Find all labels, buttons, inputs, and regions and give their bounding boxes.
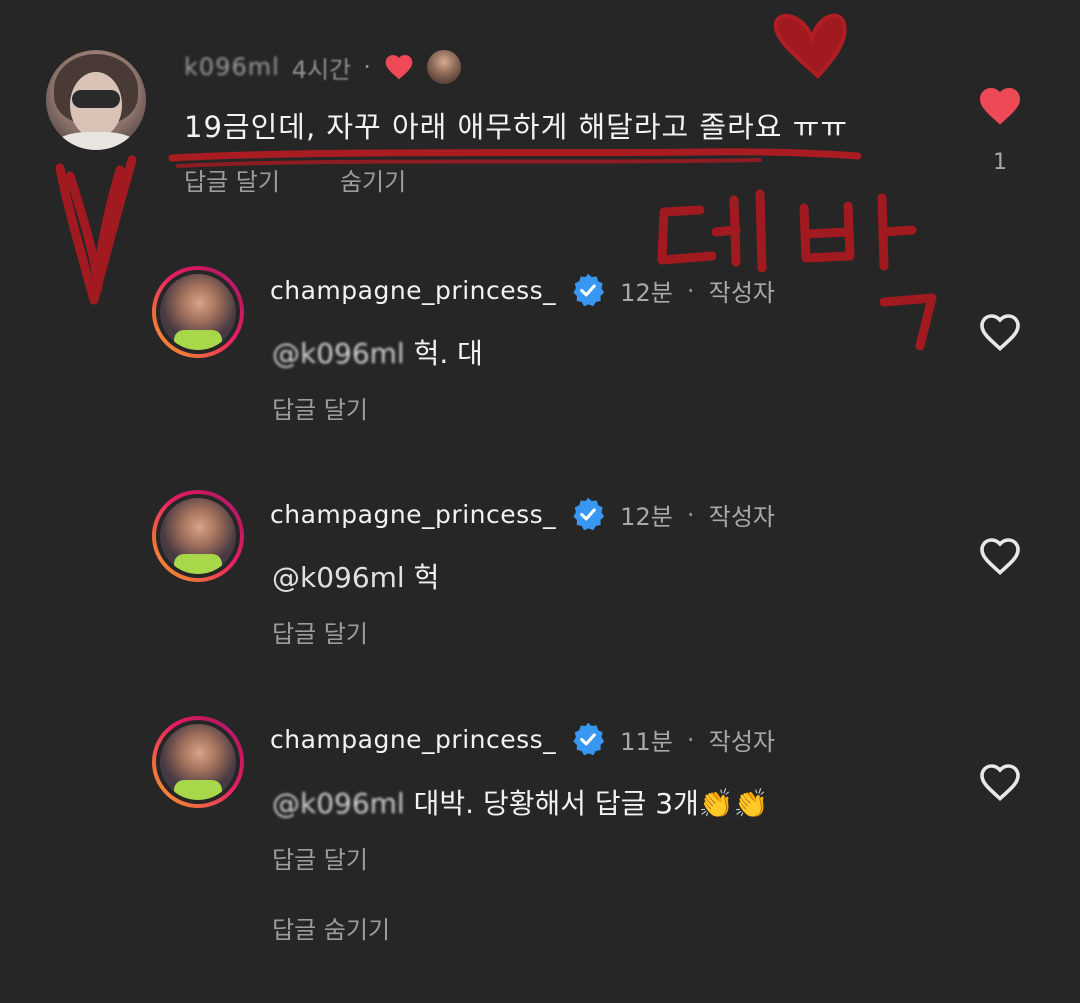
verified-badge-icon bbox=[573, 722, 605, 756]
reply-message: 헉. 대 bbox=[413, 337, 483, 370]
avatar-shirt bbox=[56, 132, 136, 150]
reply-text: @k096ml 헉 bbox=[272, 556, 439, 596]
comment-meta: k096ml 4시간 · bbox=[184, 50, 461, 84]
reply-message: 대박. 당황해서 답글 3개👏👏 bbox=[413, 787, 769, 820]
reply-username[interactable]: champagne_princess_ bbox=[270, 725, 556, 754]
like-heart-icon[interactable] bbox=[976, 532, 1024, 580]
mention-link[interactable]: @k096ml bbox=[272, 337, 405, 370]
verified-badge-icon bbox=[573, 273, 605, 307]
comment-actions: 답글 달기 숨기기 bbox=[184, 162, 406, 197]
drawn-arrow-icon bbox=[55, 155, 137, 305]
avatar-photo bbox=[160, 274, 236, 350]
avatar-photo bbox=[160, 724, 236, 800]
hide-button[interactable]: 숨기기 bbox=[340, 162, 406, 197]
meta-separator: · bbox=[686, 724, 695, 754]
meta-separator: · bbox=[686, 275, 695, 305]
reply-button[interactable]: 답글 달기 bbox=[272, 390, 368, 425]
reply-avatar[interactable] bbox=[152, 716, 244, 808]
mention-link[interactable]: @k096ml bbox=[272, 561, 405, 594]
reply-header: champagne_princess_ 12분 · 작성자 bbox=[270, 496, 775, 532]
comment-time: 4시간 bbox=[291, 55, 352, 84]
verified-badge-icon bbox=[573, 497, 605, 531]
reply-time: 12분 bbox=[620, 502, 673, 531]
drawn-underline bbox=[168, 148, 862, 162]
reply-button[interactable]: 답글 달기 bbox=[272, 614, 368, 649]
avatar-censor-bar bbox=[72, 90, 120, 108]
like-heart-icon[interactable] bbox=[976, 308, 1024, 356]
reply-text: @k096ml 헉. 대 bbox=[272, 332, 483, 372]
reply-username[interactable]: champagne_princess_ bbox=[270, 500, 556, 529]
author-label: 작성자 bbox=[708, 727, 775, 756]
comment-text: 19금인데, 자꾸 아래 애무하게 해달라고 졸라요 ㅠㅠ bbox=[184, 110, 849, 144]
hide-replies-button[interactable]: 답글 숨기기 bbox=[272, 910, 390, 945]
reply-button[interactable]: 답글 달기 bbox=[272, 840, 368, 875]
author-label: 작성자 bbox=[708, 502, 775, 531]
reply-header: champagne_princess_ 12분 · 작성자 bbox=[270, 272, 775, 308]
reply-time: 11분 bbox=[620, 727, 673, 756]
reply-message: 헉 bbox=[413, 561, 440, 594]
like-heart-icon[interactable] bbox=[976, 758, 1024, 806]
reply-time: 12분 bbox=[620, 278, 673, 307]
commenter-username[interactable]: k096ml bbox=[184, 53, 280, 81]
meta-separator: · bbox=[363, 53, 371, 81]
like-count: 1 bbox=[993, 150, 1007, 175]
liked-heart-icon[interactable] bbox=[976, 82, 1024, 130]
reply-avatar[interactable] bbox=[152, 266, 244, 358]
drawn-daebak-text bbox=[657, 189, 937, 351]
creator-mini-avatar bbox=[426, 50, 461, 84]
meta-separator: · bbox=[686, 499, 695, 529]
reply-username[interactable]: champagne_princess_ bbox=[270, 276, 556, 305]
reply-button[interactable]: 답글 달기 bbox=[184, 162, 280, 197]
commenter-avatar[interactable] bbox=[46, 50, 146, 150]
avatar-photo bbox=[160, 498, 236, 574]
reply-text: @k096ml 대박. 당황해서 답글 3개👏👏 bbox=[272, 782, 769, 822]
reply-header: champagne_princess_ 11분 · 작성자 bbox=[270, 721, 775, 757]
author-label: 작성자 bbox=[708, 278, 775, 307]
mention-link[interactable]: @k096ml bbox=[272, 787, 405, 820]
creator-liked-heart-icon bbox=[385, 55, 413, 80]
drawn-heart-icon bbox=[773, 13, 847, 79]
reply-avatar[interactable] bbox=[152, 490, 244, 582]
